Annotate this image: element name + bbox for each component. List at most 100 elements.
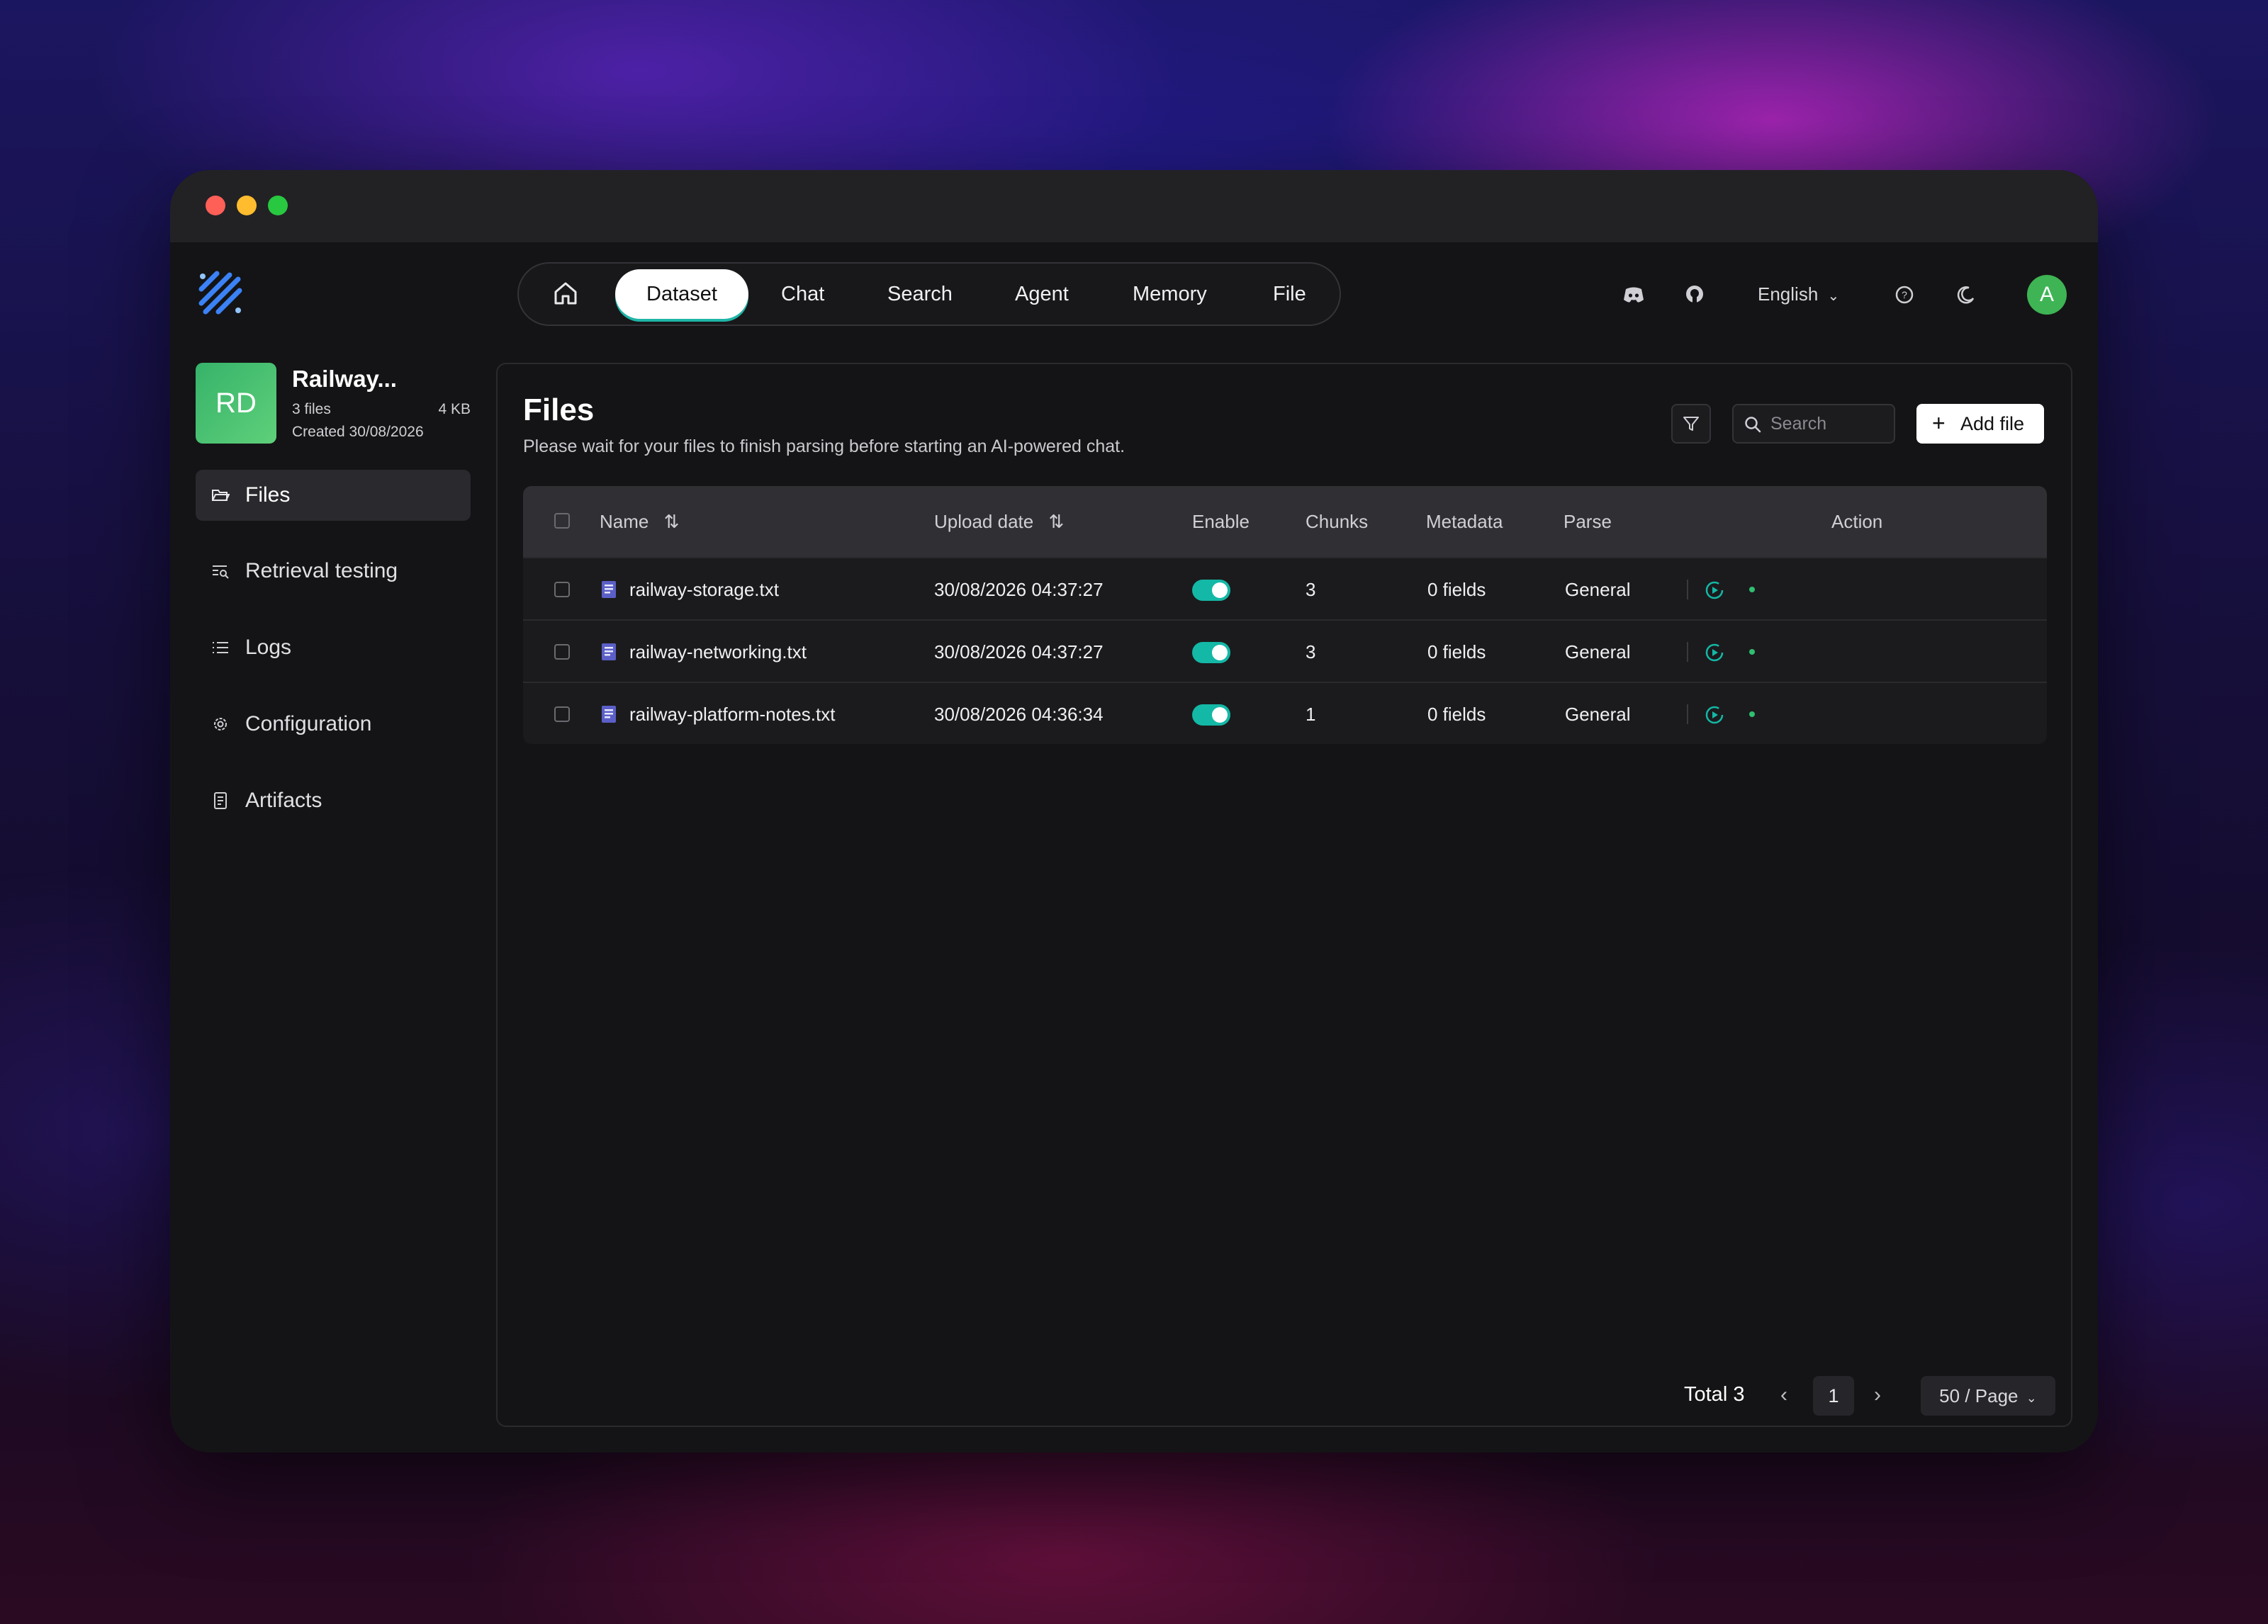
add-file-button[interactable]: + Add file [1916,404,2044,444]
files-table: Name ⇅ Upload date ⇅ Enable Chunks Metad… [523,486,2047,744]
retrieval-icon [213,565,229,579]
pagination-page-1[interactable]: 1 [1813,1376,1854,1416]
dataset-avatar: RD [196,363,276,444]
row-checkbox[interactable] [554,582,570,597]
nav-tab-chat[interactable]: Chat [781,264,824,325]
column-header-action: Action [1831,511,1883,532]
user-avatar[interactable]: A [2027,275,2067,315]
status-dot [1749,649,1755,655]
divider [1687,580,1688,599]
run-parse-icon[interactable] [1704,704,1725,726]
search-input[interactable]: Search [1732,404,1895,444]
page-subtitle: Please wait for your files to finish par… [523,436,1125,456]
discord-icon[interactable] [1622,283,1646,307]
dataset-file-count: 3 files [292,401,331,417]
chunks-count: 3 [1306,641,1316,662]
file-name-link[interactable]: railway-networking.txt [629,621,807,683]
nav-tab-memory[interactable]: Memory [1133,264,1207,325]
parse-method[interactable]: General [1565,558,1631,621]
parse-method[interactable]: General [1565,621,1631,683]
help-icon[interactable]: ? [1892,283,1916,307]
divider [1687,704,1688,724]
filter-button[interactable] [1671,404,1711,444]
add-file-label: Add file [1960,413,2025,434]
gear-icon [214,718,227,731]
status-dot [1749,587,1755,592]
column-header-label: Name [600,511,649,532]
metadata-fields[interactable]: 0 fields [1427,621,1486,683]
upload-date: 30/08/2026 04:37:27 [934,579,1104,600]
chevron-down-icon: ⌄ [2026,1391,2037,1405]
file-name-link[interactable]: railway-storage.txt [629,558,779,621]
upload-date: 30/08/2026 04:36:34 [934,704,1104,725]
moon-icon[interactable] [1953,283,1977,307]
sort-icon[interactable]: ⇅ [1048,511,1064,532]
language-select[interactable]: English ⌄ [1758,283,1839,305]
chevron-left-icon[interactable]: ‹ [1780,1383,1787,1407]
parse-method[interactable]: General [1565,683,1631,744]
home-icon[interactable] [551,279,580,308]
run-parse-icon[interactable] [1704,642,1725,663]
nav-tab-search[interactable]: Search [887,264,953,325]
column-header-name[interactable]: Name ⇅ [600,486,679,557]
sort-icon[interactable]: ⇅ [664,511,680,532]
sidebar-item-label: Configuration [245,712,372,735]
sidebar-item-retrieval-testing[interactable]: Retrieval testing [196,546,471,597]
app-logo-icon[interactable] [196,268,245,317]
plus-icon: + [1932,410,1946,436]
enable-toggle[interactable] [1192,642,1230,663]
sidebar-item-label: Logs [245,636,292,659]
metadata-fields[interactable]: 0 fields [1427,558,1486,621]
sidebar-item-logs[interactable]: Logs [196,622,471,673]
dataset-created: Created 30/08/2026 [292,424,424,440]
table-header: Name ⇅ Upload date ⇅ Enable Chunks Metad… [523,486,2047,557]
upload-date: 30/08/2026 04:37:27 [934,641,1104,662]
maximize-window-button[interactable] [268,196,288,215]
select-all-checkbox[interactable] [554,513,570,529]
chevron-down-icon: ⌄ [1827,288,1840,304]
row-checkbox[interactable] [554,706,570,722]
svg-text:?: ? [1902,289,1907,300]
table-row[interactable]: railway-networking.txt 30/08/2026 04:37:… [523,619,2047,683]
search-icon [1745,417,1761,433]
list-icon [213,642,228,653]
page-size-select[interactable]: 50 / Page ⌄ [1921,1376,2055,1416]
nav-tab-dataset[interactable]: Dataset [615,269,748,319]
sidebar-item-label: Files [245,483,291,507]
title-bar [170,170,2098,242]
github-icon[interactable] [1683,283,1707,307]
dataset-name: Railway... [292,366,397,392]
row-checkbox[interactable] [554,644,570,660]
chunks-count: 1 [1306,704,1316,725]
table-row[interactable]: railway-platform-notes.txt 30/08/2026 04… [523,682,2047,744]
search-placeholder: Search [1770,414,1827,434]
sidebar-item-configuration[interactable]: Configuration [196,699,471,750]
nav-tab-agent[interactable]: Agent [1015,264,1069,325]
sidebar-item-label: Retrieval testing [245,559,398,582]
filter-icon [1683,417,1699,431]
document-icon [214,792,227,809]
close-window-button[interactable] [206,196,225,215]
metadata-fields[interactable]: 0 fields [1427,683,1486,744]
language-label: English [1758,283,1819,305]
chevron-right-icon[interactable]: › [1874,1383,1881,1407]
file-name-link[interactable]: railway-platform-notes.txt [629,683,835,744]
status-dot [1749,711,1755,717]
text-file-icon [602,643,616,660]
pagination-total: Total 3 [1684,1383,1745,1406]
enable-toggle[interactable] [1192,704,1230,726]
text-file-icon [602,581,616,598]
minimize-window-button[interactable] [237,196,257,215]
page-size-label: 50 / Page [1939,1385,2019,1406]
sidebar-item-artifacts[interactable]: Artifacts [196,775,471,826]
table-row[interactable]: railway-storage.txt 30/08/2026 04:37:27 … [523,557,2047,621]
nav-tab-file[interactable]: File [1273,264,1306,325]
folder-open-icon [212,490,230,501]
sidebar-item-files[interactable]: Files [196,470,471,521]
column-header-enable: Enable [1192,511,1250,532]
column-header-upload-date[interactable]: Upload date ⇅ [934,486,1064,557]
run-parse-icon[interactable] [1704,580,1725,601]
chunks-count: 3 [1306,579,1316,600]
column-header-metadata: Metadata [1426,511,1503,532]
enable-toggle[interactable] [1192,580,1230,601]
